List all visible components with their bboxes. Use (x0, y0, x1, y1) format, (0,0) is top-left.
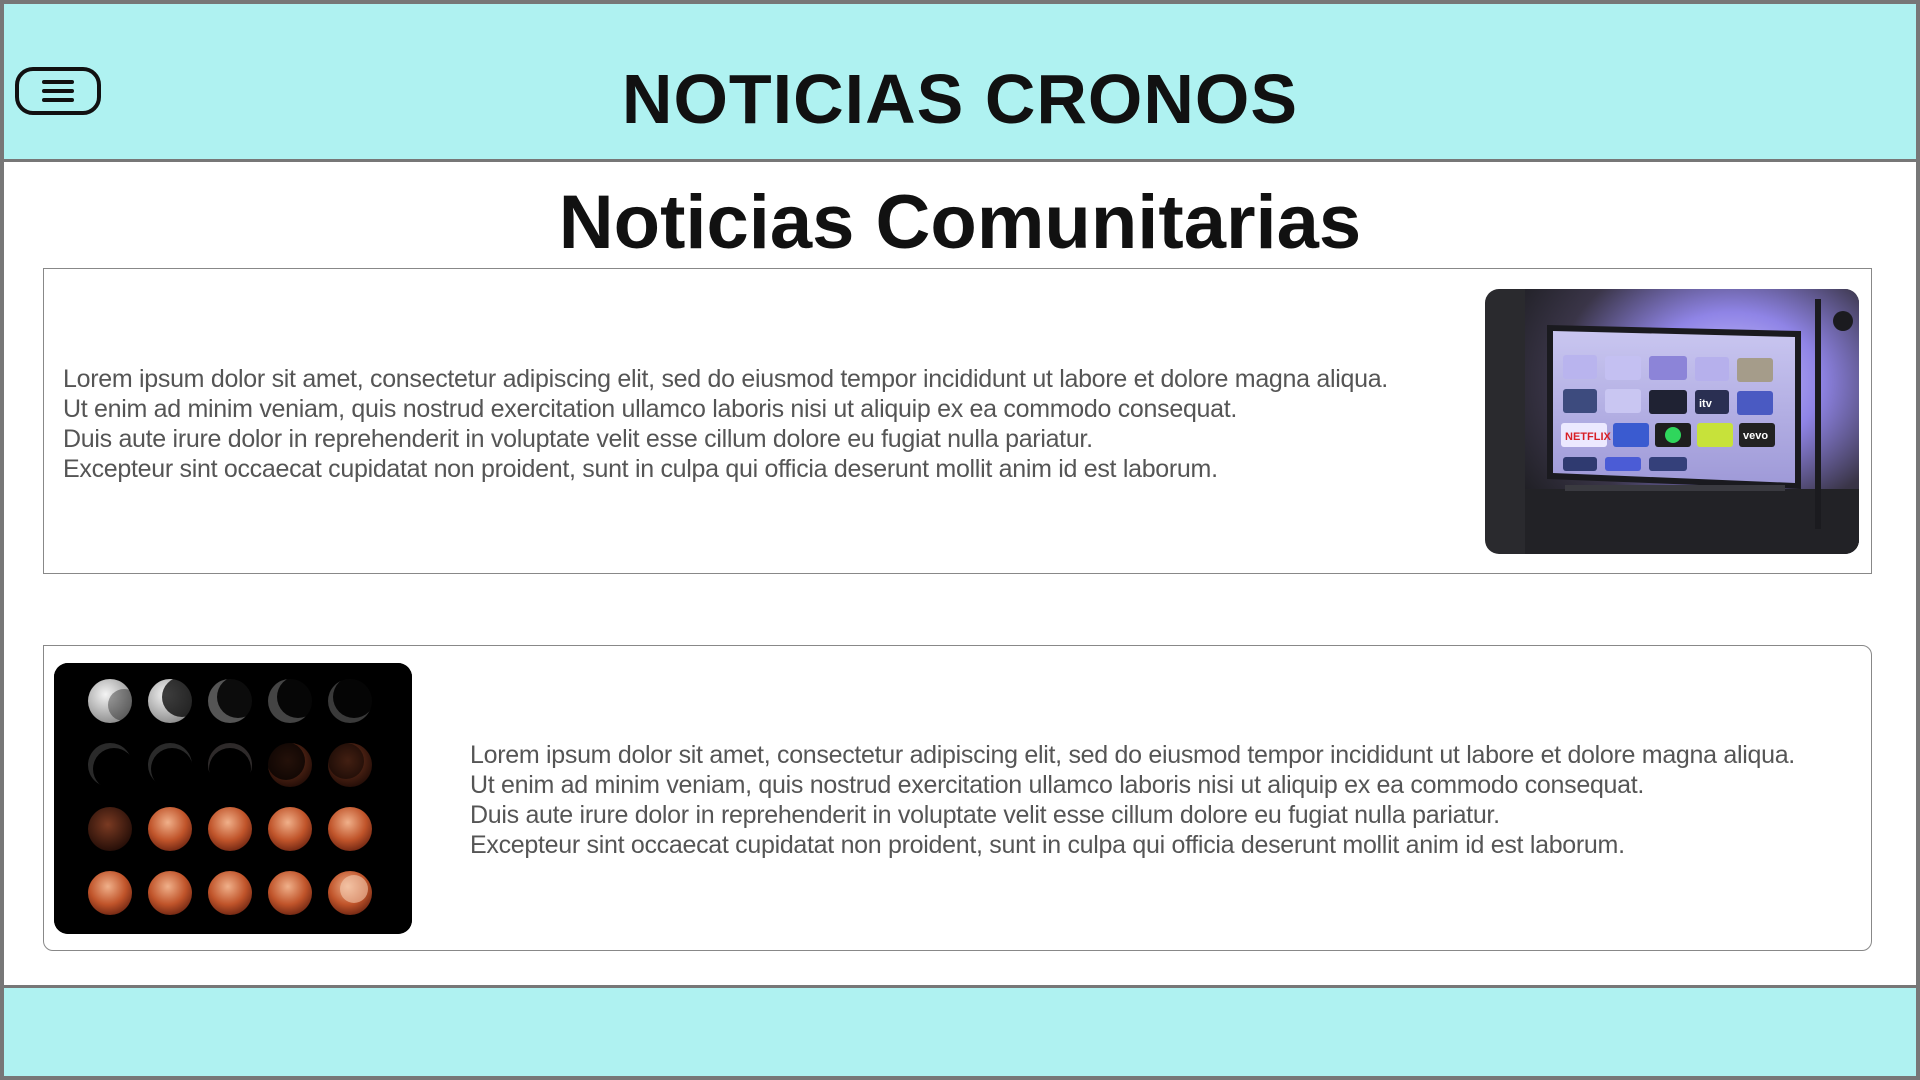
itv-tile-label: itv (1699, 398, 1713, 410)
site-header: NOTICIAS CRONOS (4, 4, 1916, 162)
news-text-line: Excepteur sint occaecat cupidatat non pr… (470, 831, 1625, 859)
page-title: Noticias Comunitarias (558, 180, 1362, 265)
app-frame: NOTICIAS CRONOS Noticias Comunitarias Lo… (0, 0, 1920, 1080)
netflix-tile-label: NETFLIX (1565, 431, 1611, 443)
vevo-tile-label: vevo (1743, 430, 1768, 442)
news-text-line: Duis aute irure dolor in reprehenderit i… (63, 425, 1093, 453)
news-text-line: Lorem ipsum dolor sit amet, consectetur … (470, 741, 1795, 769)
news-text-line: Excepteur sint occaecat cupidatat non pr… (63, 455, 1218, 483)
news-card-text: Lorem ipsum dolor sit amet, consectetur … (63, 364, 1388, 484)
site-title: NOTICIAS CRONOS (621, 60, 1299, 138)
lunar-eclipse-phases-photo[interactable] (54, 663, 412, 934)
news-card[interactable]: Lorem ipsum dolor sit amet, consectetur … (43, 268, 1872, 574)
smart-tv-apps-photo[interactable]: NETFLIX vevo itv (1485, 289, 1859, 554)
site-footer (4, 985, 1916, 1076)
news-card[interactable]: Lorem ipsum dolor sit amet, consectetur … (43, 645, 1872, 951)
news-text-line: Ut enim ad minim veniam, quis nostrud ex… (63, 395, 1238, 423)
news-text-line: Ut enim ad minim veniam, quis nostrud ex… (470, 771, 1645, 799)
news-text-line: Duis aute irure dolor in reprehenderit i… (470, 801, 1500, 829)
news-text-line: Lorem ipsum dolor sit amet, consectetur … (63, 365, 1388, 393)
news-card-text: Lorem ipsum dolor sit amet, consectetur … (470, 740, 1795, 860)
